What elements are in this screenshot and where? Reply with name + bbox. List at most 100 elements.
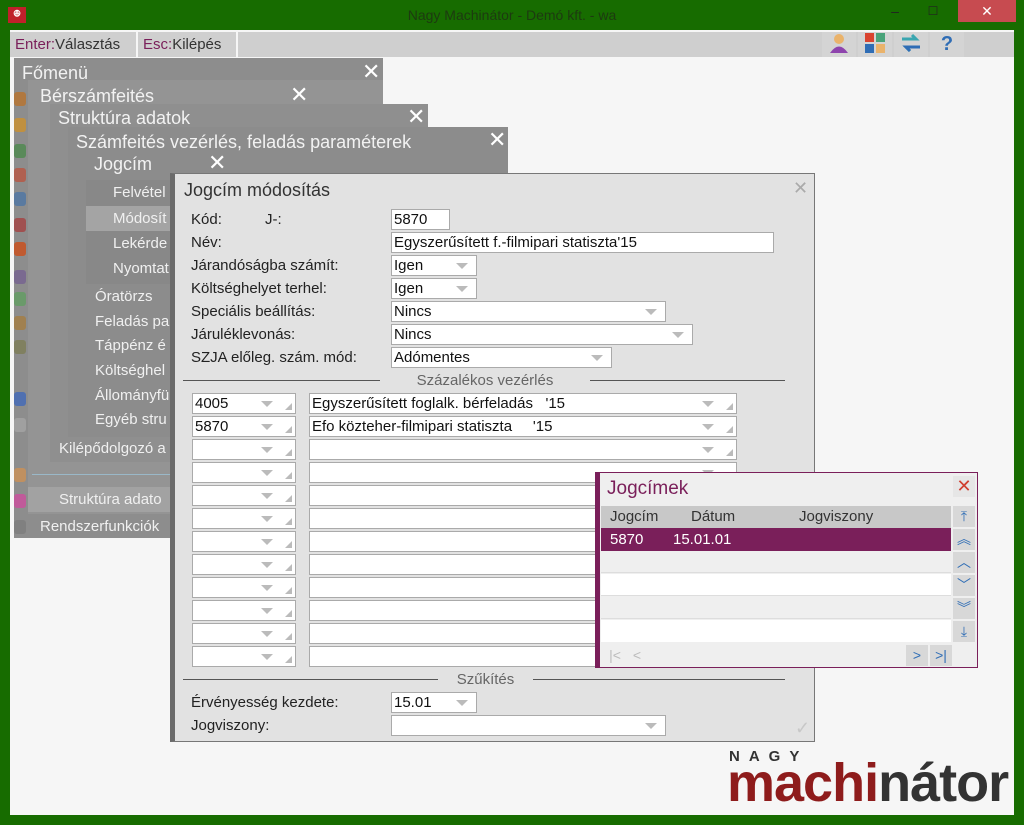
gears-icon (14, 520, 26, 534)
structure-menu-title: Struktúra adatok (58, 108, 191, 128)
menu-item-kilepo[interactable]: Kilépődolgozó a (59, 440, 170, 457)
close-structure-menu-icon[interactable]: ✕ (407, 106, 425, 128)
resize-grip-icon (285, 518, 292, 525)
menu-item-oratorzs[interactable]: Óratörzs (95, 288, 170, 305)
table-row[interactable]: 5870 15.01.01 (601, 528, 951, 551)
menu-item-lekerdezes[interactable]: Lekérde (113, 235, 170, 252)
next-page-icon[interactable]: > (906, 645, 928, 666)
menu-item-felvetel[interactable]: Felvétel (113, 184, 170, 201)
ok-check-icon[interactable]: ✓ (795, 718, 810, 739)
row-code-select[interactable] (192, 646, 296, 667)
row-code-select[interactable] (192, 508, 296, 529)
menu-item-nyomtatas[interactable]: Nyomtat (113, 260, 170, 277)
col-datum[interactable]: Dátum (691, 508, 735, 525)
specialis-value: Nincs (394, 303, 432, 320)
menu-item-allomany[interactable]: Állományfü (95, 387, 170, 404)
jogviszony-select[interactable] (391, 715, 666, 736)
jarulek-select[interactable]: Nincs (391, 324, 693, 345)
chevron-down-icon (702, 401, 714, 407)
row-code-select[interactable] (192, 531, 296, 552)
page-down-icon[interactable]: ︾ (953, 598, 975, 619)
dialog-close-icon[interactable]: ✕ (793, 178, 808, 199)
col-jogviszony[interactable]: Jogviszony (799, 508, 873, 525)
row-code-select[interactable] (192, 439, 296, 460)
section-filter-title: Szűkítés (456, 671, 515, 688)
chevron-down-icon (261, 654, 273, 660)
row-code-select[interactable] (192, 485, 296, 506)
nev-input[interactable]: Egyszerűsített f.-filmipari statiszta'15 (391, 232, 774, 253)
row-code-select[interactable] (192, 577, 296, 598)
enter-select-button[interactable]: Enter:Választás (10, 32, 136, 57)
table-row[interactable] (601, 597, 951, 619)
menu-icon (14, 218, 26, 232)
resize-grip-icon (285, 587, 292, 594)
row-code-select[interactable]: 5870 (192, 416, 296, 437)
user-icon[interactable] (822, 32, 856, 57)
close-jogcim-menu-icon[interactable]: ✕ (208, 152, 226, 174)
menu-icon (14, 392, 26, 406)
cell-jogcim: 5870 (610, 531, 644, 548)
page-up-icon[interactable]: ︽ (953, 529, 975, 550)
first-page-icon[interactable]: |< (604, 645, 626, 666)
close-params-menu-icon[interactable]: ✕ (488, 129, 506, 151)
szja-select[interactable]: Adómentes (391, 347, 612, 368)
row-up-icon[interactable]: ︿ (953, 552, 975, 573)
help-icon[interactable]: ? (930, 32, 964, 57)
popup-close-icon[interactable]: ✕ (953, 476, 975, 497)
chevron-down-icon (261, 493, 273, 499)
swap-icon[interactable] (894, 32, 928, 57)
jogcim-menu-title: Jogcím (94, 154, 153, 174)
tiles-icon[interactable] (858, 32, 892, 57)
menu-separator (32, 474, 170, 475)
prev-page-icon[interactable]: < (626, 645, 648, 666)
close-payroll-menu-icon[interactable]: ✕ (290, 84, 308, 106)
kod-input[interactable]: 5870 (391, 209, 450, 230)
chevron-down-icon (591, 355, 603, 361)
last-record-icon[interactable]: ⤓ (953, 621, 975, 642)
row-name-select[interactable]: Egyszerűsített foglalk. bérfeladás '15 (309, 393, 737, 414)
menu-item-koltseghely[interactable]: Költséghel (95, 362, 170, 379)
maximize-button[interactable]: ☐ (918, 0, 948, 22)
row-code-select[interactable] (192, 554, 296, 575)
specialis-select[interactable]: Nincs (391, 301, 666, 322)
jarulek-value: Nincs (394, 326, 432, 343)
row-code-select[interactable] (192, 462, 296, 483)
close-window-button[interactable]: ✕ (958, 0, 1016, 22)
resize-grip-icon (285, 472, 292, 479)
minimize-button[interactable]: – (880, 0, 910, 22)
row-down-icon[interactable]: ﹀ (953, 575, 975, 596)
jarandosag-label: Járandóságba számít: (191, 257, 339, 274)
chevron-down-icon (261, 470, 273, 476)
close-main-menu-icon[interactable]: ✕ (362, 61, 380, 83)
menu-item-tappenz[interactable]: Táppénz é (95, 337, 170, 354)
row-name-select[interactable] (309, 439, 737, 460)
ervenyesseg-label: Érvényesség kezdete: (191, 694, 339, 711)
menu-item-egyeb[interactable]: Egyéb stru (95, 411, 170, 428)
menu-item-feladas[interactable]: Feladás pa (95, 313, 170, 330)
row-code-select[interactable] (192, 623, 296, 644)
table-row[interactable] (601, 551, 951, 573)
last-page-icon[interactable]: >| (930, 645, 952, 666)
koltseghely-select[interactable]: Igen (391, 278, 477, 299)
row-code-select[interactable]: 4005 (192, 393, 296, 414)
first-record-icon[interactable]: ⤒ (953, 506, 975, 527)
menu-item-struktura[interactable]: Struktúra adato (28, 487, 170, 512)
col-jogcim[interactable]: Jogcím (610, 508, 658, 525)
menu-item-rendszer[interactable]: Rendszerfunkciók (40, 518, 170, 535)
enter-label: Választás (55, 36, 121, 53)
row-code-select[interactable] (192, 600, 296, 621)
table-row[interactable] (601, 574, 951, 596)
divider (590, 380, 785, 381)
row-name-select[interactable]: Efo közteher-filmipari statiszta '15 (309, 416, 737, 437)
ervenyesseg-select[interactable]: 15.01 (391, 692, 477, 713)
esc-exit-button[interactable]: Esc:Kilépés (138, 32, 236, 57)
chevron-down-icon (261, 424, 273, 430)
chevron-down-icon (702, 424, 714, 430)
jarandosag-select[interactable]: Igen (391, 255, 477, 276)
resize-grip-icon (726, 403, 733, 410)
esc-label: Kilépés (172, 36, 222, 53)
szja-value: Adómentes (394, 349, 470, 366)
table-row[interactable] (601, 620, 951, 642)
menu-item-modositas[interactable]: Módosít (86, 206, 170, 231)
menu-icon (14, 340, 26, 354)
